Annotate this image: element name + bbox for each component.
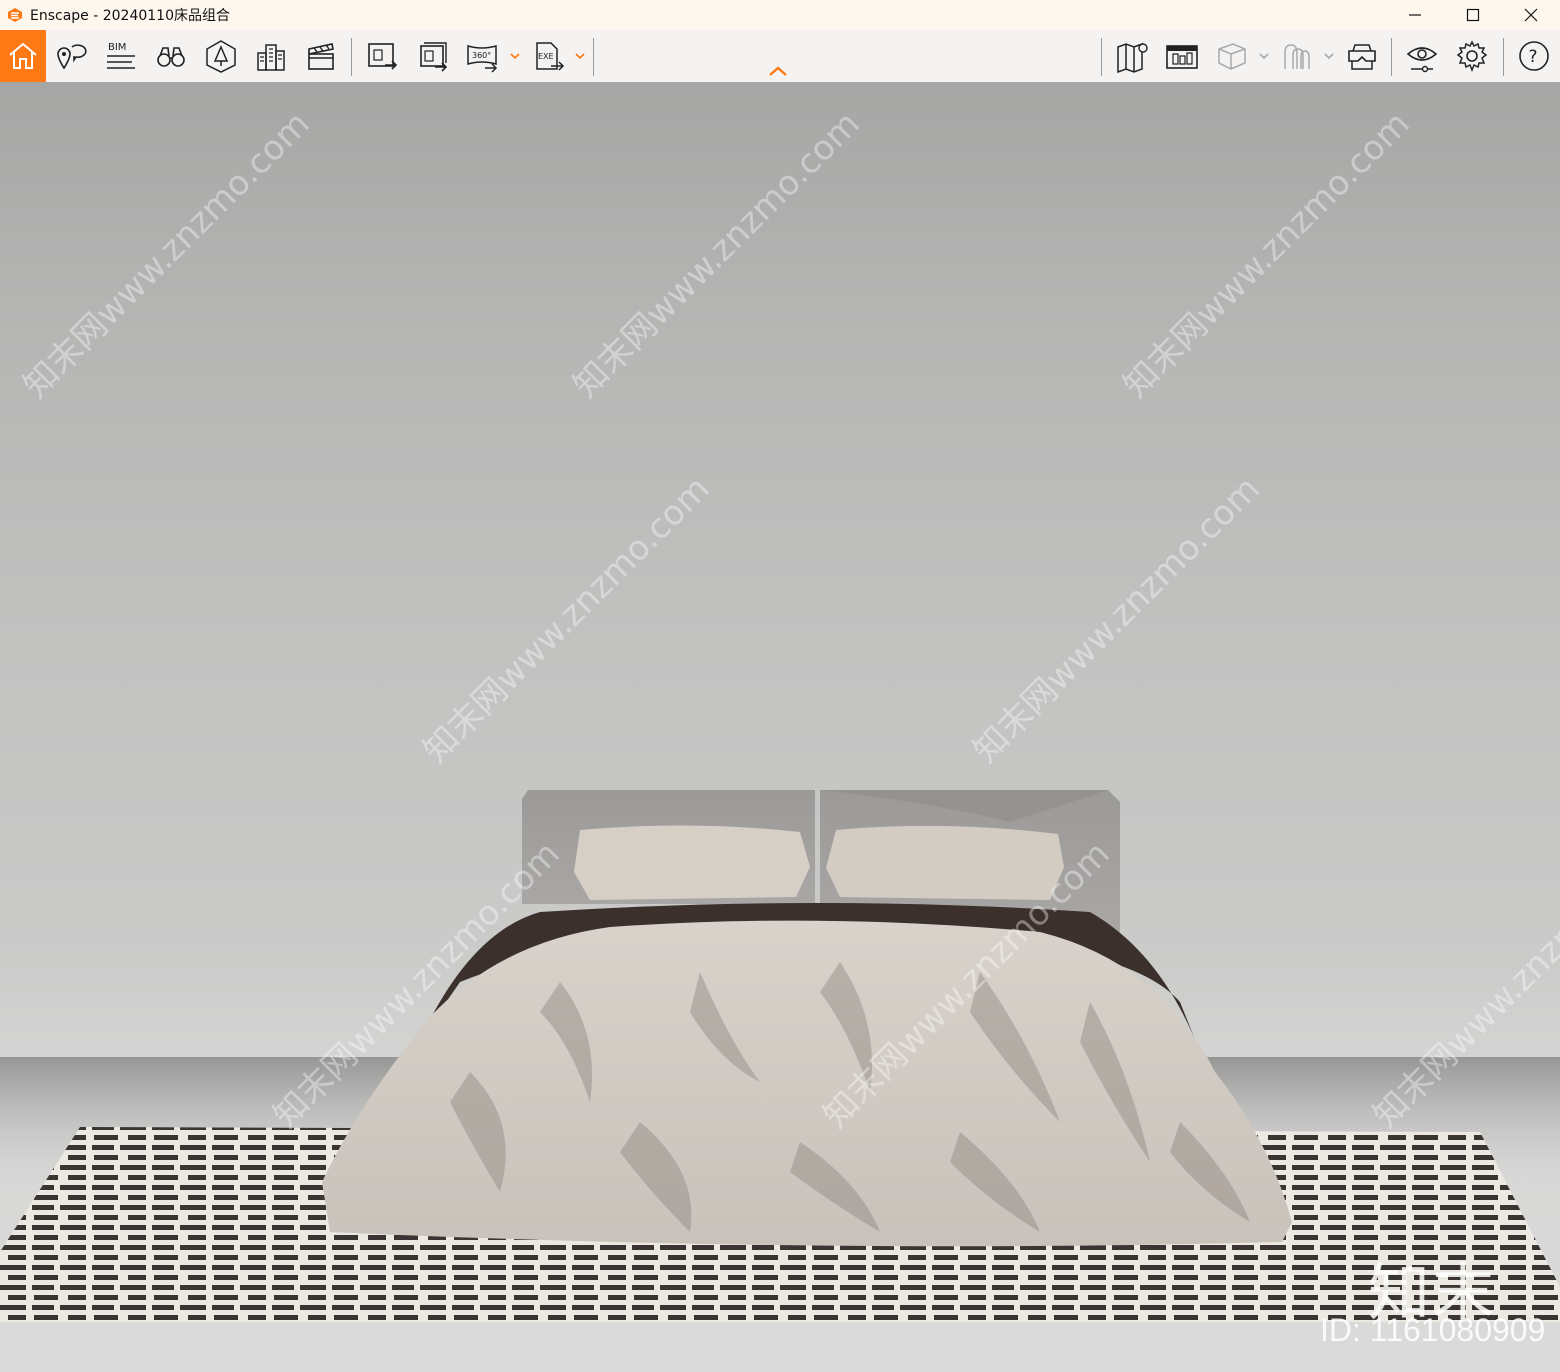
toolbar-separator [351, 38, 352, 76]
svg-text:?: ? [1529, 47, 1538, 67]
asset-library-button[interactable] [1160, 34, 1204, 78]
bim-button[interactable]: BIM [99, 34, 143, 78]
location-pin-icon [57, 44, 87, 70]
batch-render-button[interactable] [410, 34, 454, 78]
collaboration-icon [1284, 44, 1310, 69]
render-image-icon [368, 43, 398, 70]
enscape-toolbar: BIM 360° EXE ? [0, 30, 1560, 83]
settings-button[interactable] [1450, 34, 1494, 78]
clapperboard-icon [308, 43, 334, 70]
collapse-toolbar-chevron-icon[interactable] [767, 64, 789, 78]
title-bar: Enscape - 20240110床品组合 [0, 0, 1560, 30]
view-cube-button[interactable] [1209, 34, 1253, 78]
bed-scene [0, 790, 1560, 1322]
view-cube-icon [1218, 43, 1246, 70]
close-icon [1524, 8, 1538, 22]
vr-headset-icon [1348, 44, 1376, 70]
chevron-down-icon [1259, 53, 1269, 60]
help-button[interactable]: ? [1512, 34, 1556, 78]
svg-text:EXE: EXE [538, 52, 554, 61]
bim-icon: BIM [107, 42, 135, 69]
maximize-button[interactable] [1444, 0, 1502, 30]
binoculars-icon [157, 47, 185, 67]
toolbar-separator [1391, 38, 1392, 76]
panorama-button[interactable]: 360° [460, 34, 504, 78]
settings-gear-icon [1456, 40, 1488, 73]
batch-render-icon [420, 42, 448, 72]
close-button[interactable] [1502, 0, 1560, 30]
svg-text:BIM: BIM [108, 42, 126, 53]
svg-text:360°: 360° [472, 51, 491, 60]
panorama-dropdown[interactable] [509, 48, 521, 64]
export-exe-button[interactable]: EXE [526, 34, 570, 78]
chevron-down-icon [575, 53, 585, 60]
window-controls [1386, 0, 1560, 30]
asset-library-icon [1166, 45, 1198, 69]
chevron-down-icon [510, 53, 520, 60]
view-cube-dropdown[interactable] [1258, 48, 1270, 64]
chevron-down-icon [1324, 53, 1334, 60]
toolbar-separator [1101, 38, 1102, 76]
image-id-label: ID: 1161080909 [1320, 1312, 1546, 1348]
home-button[interactable] [0, 30, 46, 82]
collaboration-button[interactable] [1275, 34, 1319, 78]
map-icon [1117, 42, 1148, 73]
enscape-logo-icon [8, 8, 22, 22]
walk-mode-button[interactable] [149, 34, 193, 78]
maximize-icon [1466, 8, 1480, 22]
home-icon [9, 42, 37, 69]
toolbar-separator [1503, 38, 1504, 76]
asset-buildings-button[interactable] [249, 34, 293, 78]
minimize-button[interactable] [1386, 0, 1444, 30]
visual-settings-button[interactable] [1400, 34, 1444, 78]
render-image-button[interactable] [360, 34, 404, 78]
collaboration-dropdown[interactable] [1323, 48, 1335, 64]
window-title: Enscape - 20240110床品组合 [30, 8, 230, 24]
vegetation-icon [206, 40, 236, 73]
buildings-icon [257, 44, 285, 71]
vr-headset-button[interactable] [1340, 34, 1384, 78]
toolbar-separator [593, 38, 594, 76]
map-button[interactable] [1110, 34, 1154, 78]
export-exe-icon: EXE [536, 42, 565, 71]
views-button[interactable] [49, 34, 93, 78]
minimize-icon [1409, 14, 1421, 16]
help-icon: ? [1519, 41, 1549, 71]
render-viewport[interactable]: 知末网www.znzmo.com 知末网www.znzmo.com 知末网www… [0, 82, 1560, 1372]
export-dropdown[interactable] [574, 48, 586, 64]
panorama-360-icon: 360° [467, 45, 498, 73]
video-editor-button[interactable] [299, 34, 343, 78]
visual-settings-icon [1406, 47, 1438, 73]
vegetation-button[interactable] [199, 34, 243, 78]
